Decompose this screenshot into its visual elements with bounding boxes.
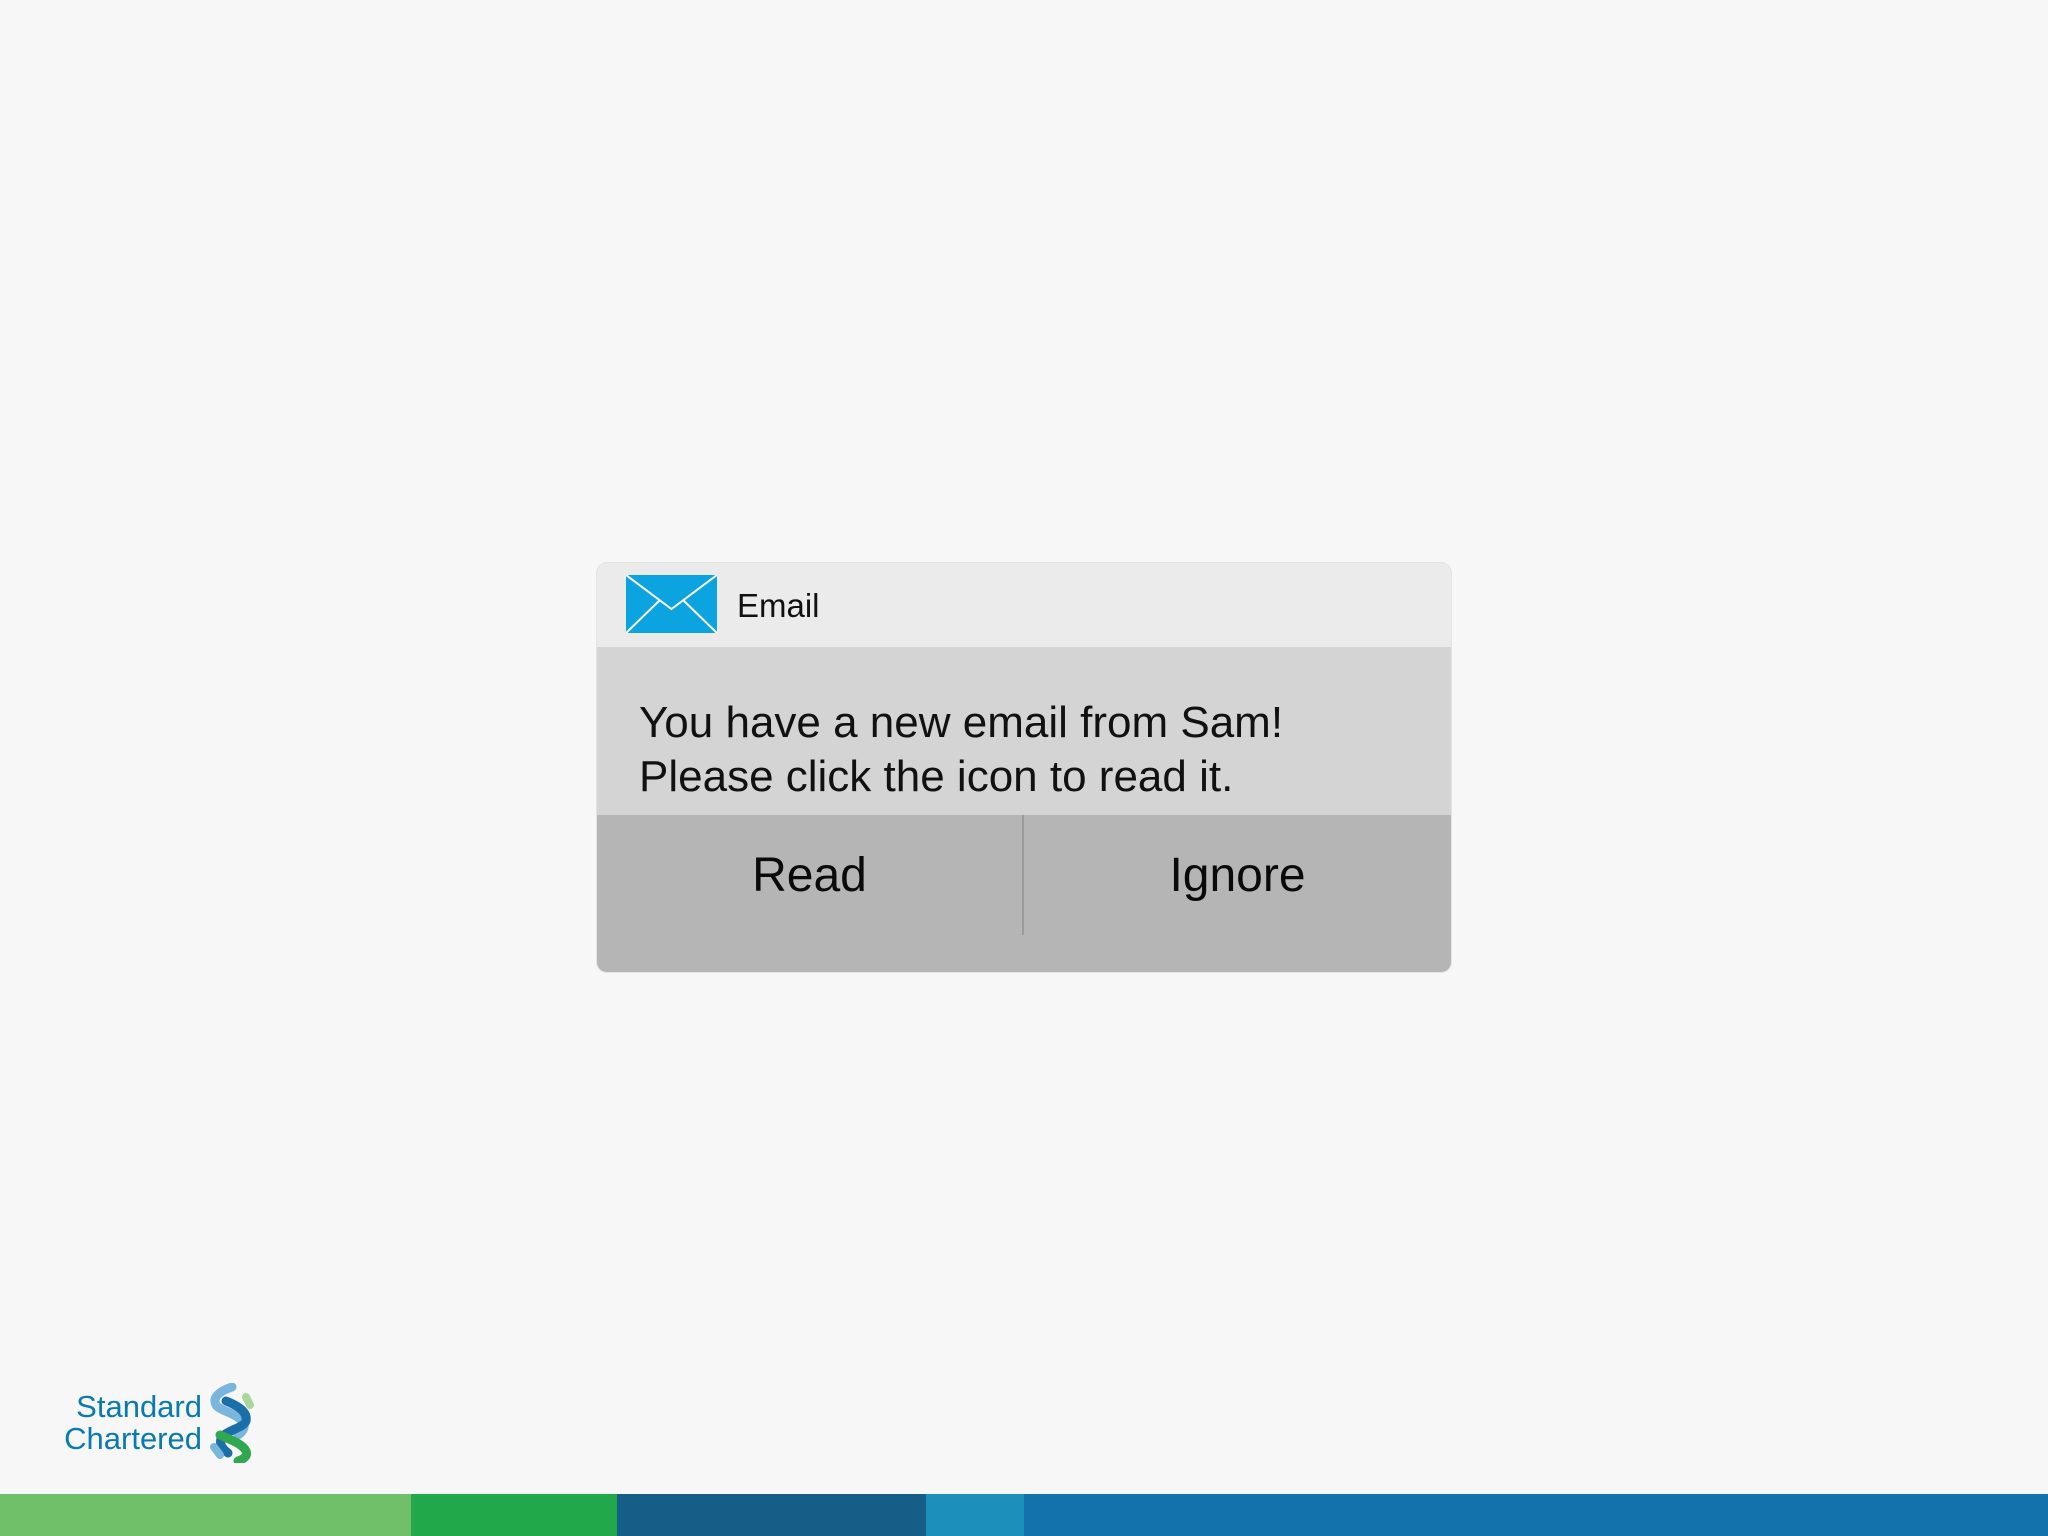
footer-segment-blue <box>1024 1494 2048 1536</box>
ignore-button[interactable]: Ignore <box>1024 815 1451 935</box>
footer-segment-green <box>411 1494 617 1536</box>
envelope-icon[interactable] <box>626 575 717 633</box>
dialog-actions: Read Ignore <box>597 815 1451 972</box>
brand-name-line-2: Chartered <box>64 1421 202 1456</box>
brand-name-line-1: Standard <box>76 1389 202 1424</box>
read-button[interactable]: Read <box>597 815 1024 935</box>
email-notification-dialog: Email You have a new email from Sam! Ple… <box>597 563 1451 972</box>
dialog-message: You have a new email from Sam! Please cl… <box>597 647 1451 815</box>
message-line-1: You have a new email from Sam! <box>639 698 1284 747</box>
footer-segment-light-green <box>0 1494 411 1536</box>
footer-segment-dark-blue <box>617 1494 926 1536</box>
footer-color-bar <box>0 1494 2048 1536</box>
standard-chartered-logo-icon <box>202 1382 258 1466</box>
app-name: Email <box>737 587 820 624</box>
dialog-header: Email <box>597 563 1451 647</box>
message-line-2: Please click the icon to read it. <box>639 752 1234 801</box>
brand-logo: Standard Chartered <box>52 1382 262 1466</box>
footer-segment-teal <box>926 1494 1024 1536</box>
